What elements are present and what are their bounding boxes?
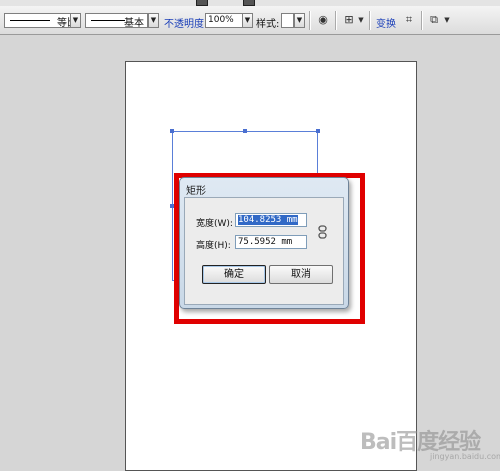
chevron-down-icon[interactable]: ▼ — [354, 13, 368, 27]
selection-handle[interactable] — [170, 129, 174, 133]
selection-handle[interactable] — [243, 129, 247, 133]
width-input[interactable]: 104.8253 mm — [235, 213, 307, 227]
style-label: 样式: — [256, 19, 280, 30]
transform-link[interactable]: 变换 — [376, 15, 396, 30]
width-value: 104.8253 mm — [238, 215, 298, 225]
chevron-down-icon[interactable]: ▼ — [440, 13, 454, 27]
separator — [421, 11, 423, 30]
watermark-url: jingyan.baidu.com — [430, 452, 500, 461]
brush-label: 基本 — [124, 18, 144, 29]
style-swatch[interactable] — [281, 13, 294, 28]
separator — [335, 11, 337, 30]
recolor-icon[interactable]: ◉ — [316, 13, 330, 27]
height-input[interactable]: 75.5952 mm — [235, 235, 307, 249]
transform-box-icon[interactable]: ⌗ — [402, 13, 416, 27]
brush-dropdown[interactable]: ▼ — [148, 13, 159, 28]
height-label: 高度(H): — [196, 241, 231, 251]
opacity-label[interactable]: 不透明度: — [164, 15, 207, 30]
stroke-profile-dropdown[interactable]: ▼ — [70, 13, 81, 28]
selection-handle[interactable] — [316, 129, 320, 133]
constrain-proportions-icon[interactable] — [318, 225, 327, 239]
isolate-icon[interactable]: ⧉ — [427, 13, 441, 27]
dialog-title: 矩形 — [186, 186, 206, 197]
stroke-profile-line — [10, 20, 50, 21]
opacity-dropdown[interactable]: ▼ — [242, 13, 253, 28]
cancel-button[interactable]: 取消 — [269, 265, 333, 284]
brush-line — [91, 20, 125, 21]
ok-button[interactable]: 确定 — [202, 265, 266, 284]
style-dropdown[interactable]: ▼ — [294, 13, 305, 28]
width-label: 宽度(W): — [196, 219, 233, 229]
baidu-watermark: Bai百度经验 jingyan.baidu.com — [360, 412, 500, 462]
separator — [309, 11, 311, 30]
separator — [369, 11, 371, 30]
control-toolbar: 等比 ▼ 基本 ▼ 不透明度: 100% ▼ 样式: ▼ ◉ ⊞ ▼ 变换 ⌗ … — [0, 6, 500, 35]
opacity-input[interactable]: 100% — [205, 13, 245, 28]
brush-select[interactable]: 基本 — [85, 13, 148, 29]
